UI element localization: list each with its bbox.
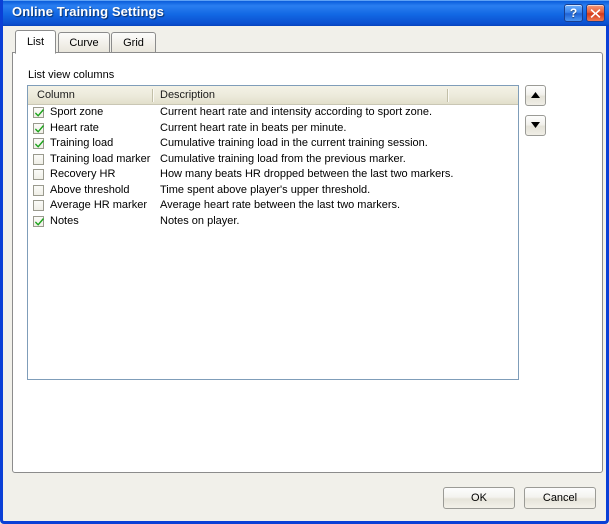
row-description: Current heart rate and intensity accordi… [160,106,433,118]
triangle-up-icon [531,92,540,98]
row-checkbox[interactable] [33,200,44,211]
table-row[interactable]: Training load marker Cumulative training… [28,152,518,168]
header-column[interactable]: Column [37,86,75,104]
list-rows: Sport zone Current heart rate and intens… [28,105,518,229]
checkmark-icon [35,124,44,133]
move-up-button[interactable] [525,85,546,106]
row-description: Current heart rate in beats per minute. [160,121,347,134]
row-checkbox[interactable] [33,215,44,227]
row-column-name: Notes [50,214,79,227]
row-checkbox[interactable] [33,169,44,180]
row-column-name: Training load [50,137,114,149]
dialog-window: Online Training Settings ? List Curve Gr… [0,0,609,524]
list-header-row: Column Description [28,86,518,105]
table-row[interactable]: Recovery HR How many beats HR dropped be… [28,167,518,183]
row-description: Notes on player. [160,214,240,227]
row-description: Cumulative training load from the previo… [160,152,406,165]
columns-list-view[interactable]: Column Description Sport zone Current he… [27,85,519,380]
row-checkbox[interactable] [33,184,44,196]
checkmark-icon [35,108,44,117]
row-column-name: Above threshold [50,183,130,196]
row-description: How many beats HR dropped between the la… [160,168,454,180]
tab-panel-list: List view columns Column Description Spo… [12,52,603,473]
checkmark-icon [35,217,44,226]
tab-curve[interactable]: Curve [58,32,110,53]
table-row[interactable]: Notes Notes on player. [28,214,518,230]
row-column-name: Heart rate [50,121,99,134]
triangle-down-icon [531,122,540,128]
row-description: Average heart rate between the last two … [160,199,401,211]
row-column-name: Recovery HR [50,168,116,180]
close-x-glyph [590,9,601,18]
header-description[interactable]: Description [160,86,215,104]
row-column-name: Sport zone [50,106,104,118]
row-column-name: Average HR marker [50,199,147,211]
tab-grid[interactable]: Grid [111,32,156,53]
title-bar: Online Training Settings ? [3,0,609,26]
close-icon[interactable] [586,4,605,22]
move-down-button[interactable] [525,115,546,136]
row-checkbox[interactable] [33,107,44,118]
table-row[interactable]: Training load Cumulative training load i… [28,136,518,152]
row-column-name: Training load marker [50,152,151,165]
help-icon[interactable]: ? [564,4,583,22]
row-checkbox[interactable] [33,122,44,134]
table-row[interactable]: Heart rate Current heart rate in beats p… [28,121,518,137]
row-checkbox[interactable] [33,138,44,149]
table-row[interactable]: Above threshold Time spent above player'… [28,183,518,199]
cancel-button[interactable]: Cancel [524,487,596,509]
help-button-label: ? [569,6,578,20]
row-checkbox[interactable] [33,153,44,165]
table-row[interactable]: Average HR marker Average heart rate bet… [28,198,518,214]
window-title: Online Training Settings [12,4,164,19]
row-description: Time spent above player's upper threshol… [160,183,371,196]
ok-button[interactable]: OK [443,487,515,509]
table-row[interactable]: Sport zone Current heart rate and intens… [28,105,518,121]
checkmark-icon [35,139,44,148]
header-divider-2[interactable] [447,89,449,102]
list-view-columns-label: List view columns [28,69,115,81]
header-divider-1[interactable] [152,89,154,102]
row-description: Cumulative training load in the current … [160,137,428,149]
tab-list[interactable]: List [15,30,56,54]
